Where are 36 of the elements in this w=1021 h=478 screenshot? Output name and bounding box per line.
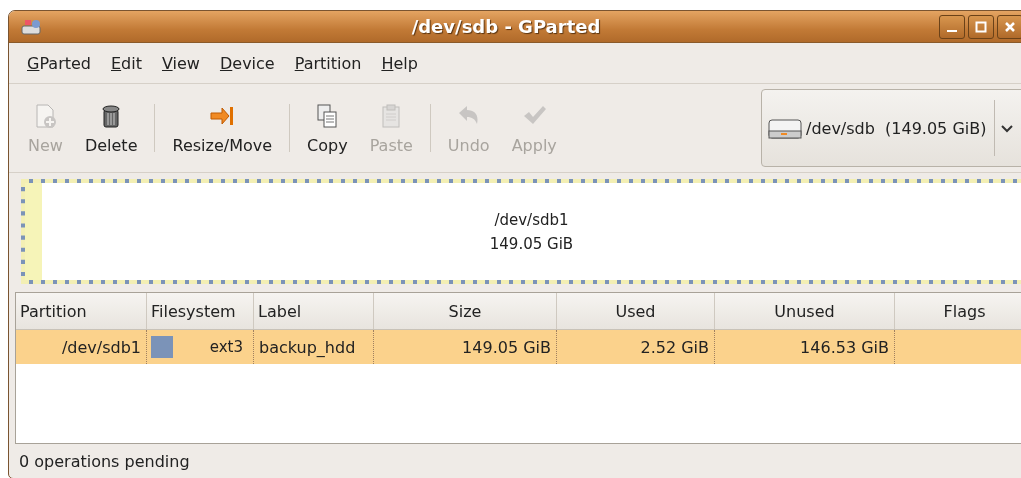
minimize-button[interactable]: [939, 14, 965, 39]
table-cell: /dev/sdb1: [16, 330, 147, 364]
partition-size: 149.05 GiB: [489, 234, 574, 253]
column-header[interactable]: Partition: [16, 293, 147, 329]
menu-item[interactable]: View: [152, 51, 210, 75]
menu-item[interactable]: GParted: [17, 51, 101, 75]
table-cell: 149.05 GiB: [374, 330, 557, 364]
menu-item[interactable]: Partition: [284, 51, 372, 75]
partition-name: /dev/sdb1: [494, 210, 569, 229]
column-header[interactable]: Filesystem: [147, 293, 254, 329]
menu-item[interactable]: Help: [371, 51, 428, 75]
close-button[interactable]: [997, 14, 1021, 39]
device-selector[interactable]: /dev/sdb (149.05 GiB): [761, 89, 1021, 167]
menu-item[interactable]: Device: [209, 51, 285, 75]
table-cell: backup_hdd: [254, 330, 374, 364]
delete-button[interactable]: Delete: [73, 97, 149, 159]
table-cell: ext3: [209, 338, 243, 356]
partition-block[interactable]: /dev/sdb1 149.05 GiB: [21, 179, 1021, 284]
resize-button[interactable]: Resize/Move: [161, 97, 284, 159]
column-header[interactable]: Size: [374, 293, 557, 329]
disk-icon: [21, 17, 43, 36]
copy-button[interactable]: Copy: [296, 97, 359, 159]
maximize-icon: [975, 20, 987, 33]
status-text: 0 operations pending: [19, 451, 190, 471]
column-header[interactable]: Flags: [895, 293, 1021, 329]
table-row[interactable]: /dev/sdb1 ext3 backup_hdd 149.05 GiB 2.52 GiB 146.53 GiB: [16, 330, 1021, 364]
column-header[interactable]: Used: [557, 293, 715, 329]
column-header[interactable]: Label: [254, 293, 374, 329]
column-header[interactable]: Unused: [715, 293, 895, 329]
table-cell: 2.52 GiB: [557, 330, 715, 364]
table-cell: 146.53 GiB: [715, 330, 895, 364]
menu-item[interactable]: Edit: [101, 51, 152, 75]
maximize-button[interactable]: [968, 14, 994, 39]
close-icon: [1004, 20, 1016, 33]
minimize-icon: [947, 30, 957, 32]
window-title: /dev/sdb - GParted: [411, 16, 601, 37]
